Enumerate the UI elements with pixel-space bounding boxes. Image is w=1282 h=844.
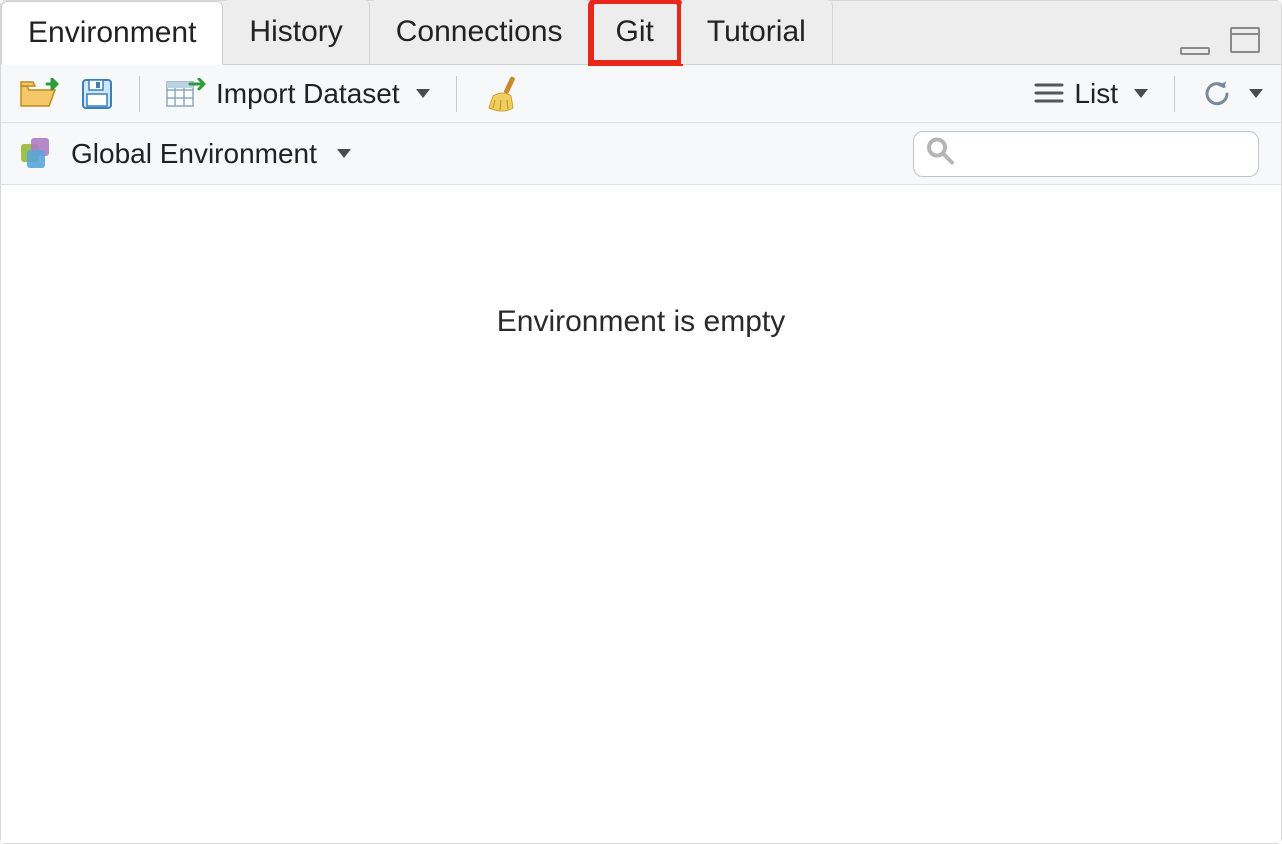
environment-scope-button[interactable]: Global Environment bbox=[17, 134, 351, 174]
folder-open-icon bbox=[19, 78, 59, 110]
tab-connections[interactable]: Connections bbox=[370, 0, 590, 64]
pane-window-controls bbox=[1175, 22, 1267, 60]
toolbar-separator bbox=[1174, 76, 1175, 112]
refresh-icon bbox=[1201, 78, 1233, 110]
environment-scope-label: Global Environment bbox=[71, 138, 317, 170]
tab-strip: Environment History Connections Git Tuto… bbox=[1, 1, 1281, 65]
environment-content: Environment is empty bbox=[1, 185, 1281, 843]
save-workspace-button[interactable] bbox=[77, 74, 117, 114]
maximize-icon bbox=[1229, 26, 1263, 56]
clear-environment-button[interactable] bbox=[479, 70, 527, 118]
environments-icon bbox=[17, 134, 57, 174]
refresh-button[interactable] bbox=[1197, 74, 1267, 114]
search-icon bbox=[925, 136, 955, 173]
tab-git[interactable]: Git bbox=[590, 0, 681, 64]
grid-import-icon bbox=[166, 78, 206, 110]
search-field-wrap bbox=[913, 131, 1259, 177]
chevron-down-icon bbox=[1249, 89, 1263, 98]
tab-tutorial[interactable]: Tutorial bbox=[681, 0, 833, 64]
chevron-down-icon bbox=[1134, 89, 1148, 98]
tab-label: Connections bbox=[396, 15, 563, 49]
load-workspace-button[interactable] bbox=[15, 74, 63, 114]
tab-label: Tutorial bbox=[707, 15, 806, 49]
view-mode-button[interactable]: List bbox=[1030, 74, 1152, 114]
import-dataset-label: Import Dataset bbox=[216, 78, 400, 110]
minimize-pane-button[interactable] bbox=[1175, 34, 1217, 60]
chevron-down-icon bbox=[416, 89, 430, 98]
tab-label: History bbox=[249, 15, 342, 49]
tab-label: Git bbox=[616, 15, 654, 49]
broom-icon bbox=[483, 74, 523, 114]
tab-label: Environment bbox=[28, 16, 196, 50]
environment-empty-message: Environment is empty bbox=[497, 305, 785, 339]
view-mode-label: List bbox=[1074, 78, 1118, 110]
toolbar-separator bbox=[139, 76, 140, 112]
list-icon bbox=[1034, 81, 1064, 107]
search-input[interactable] bbox=[913, 131, 1259, 177]
minimize-icon bbox=[1179, 38, 1213, 56]
toolbar-separator bbox=[456, 76, 457, 112]
environment-pane: Environment History Connections Git Tuto… bbox=[0, 0, 1282, 844]
save-icon bbox=[81, 78, 113, 110]
tab-environment[interactable]: Environment bbox=[1, 1, 223, 65]
chevron-down-icon bbox=[337, 149, 351, 158]
import-dataset-button[interactable]: Import Dataset bbox=[162, 74, 434, 114]
tab-history[interactable]: History bbox=[223, 0, 369, 64]
maximize-pane-button[interactable] bbox=[1225, 22, 1267, 60]
environment-toolbar: Import Dataset List bbox=[1, 65, 1281, 123]
environment-scope-bar: Global Environment bbox=[1, 123, 1281, 185]
